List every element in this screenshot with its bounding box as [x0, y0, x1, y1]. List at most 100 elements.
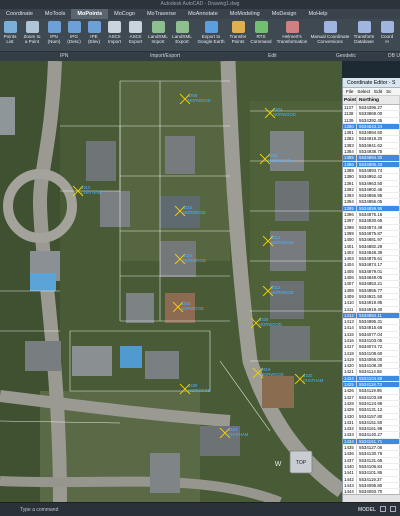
panel-title-ipn: IPN [60, 53, 69, 59]
northing-cell: 5534130.76 [357, 451, 400, 457]
tab-mohelp[interactable]: MoHelp [303, 9, 334, 19]
northing-cell: 5534915.68 [357, 325, 400, 331]
app-title: Autodesk AutoCAD - Drawing1.dwg [160, 1, 240, 7]
point-label-street: NORWOOD [188, 388, 211, 393]
northing-cell: 5534963.50 [357, 180, 400, 186]
ribbon-button-label: IPN (Num) [47, 34, 61, 44]
ipg-icon [67, 21, 81, 33]
point-number-cell: 1386 [343, 161, 357, 167]
point-number-cell: 1432 [343, 426, 357, 432]
point-label-street: NORWOOD [271, 240, 294, 245]
point-number-cell: 1389 [343, 167, 357, 174]
ascii-export-icon [129, 21, 142, 33]
ipn-button[interactable]: IPN (Num) [44, 19, 64, 52]
northing-cell: 5534843.24 [357, 123, 400, 130]
google-earth-button[interactable]: Export to Google Earth [194, 19, 228, 52]
zoom-point-button[interactable]: Zoom to a Point [20, 19, 44, 52]
ribbon-button-label: Coord H [380, 34, 394, 44]
northing-cell: 5534930.65 [357, 218, 400, 224]
northing-cell: 5534077.04 [357, 331, 400, 337]
point-number-cell: 1415 [343, 331, 357, 337]
northing-cell: 5534875.16 [357, 212, 400, 218]
editor-menu-sc[interactable]: Sc [386, 88, 391, 95]
point-number-cell: 1420 [343, 363, 357, 369]
coord-h-button[interactable]: Coord H [378, 19, 396, 52]
point-number-cell: 1390 [343, 174, 357, 180]
northing-cell: 5533869.00 [357, 111, 400, 117]
tab-motools[interactable]: MoTools [39, 9, 71, 19]
northing-cell: 5534157.80 [357, 413, 400, 419]
ipg-button[interactable]: IPG (Desc) [64, 19, 84, 52]
point-number-cell: 1436 [343, 451, 357, 457]
northing-cell: 5534874.49 [357, 224, 400, 230]
editor-table-body[interactable]: 1137 5534396.27 1138 5533869.00 1139 5534392.… [343, 105, 400, 494]
point-number-cell: 1381 [343, 130, 357, 136]
command-line[interactable]: Type a command [20, 507, 58, 513]
editor-menu-file[interactable]: File [346, 88, 353, 95]
point-number-cell: 1430 [343, 413, 357, 419]
coord-conv-button[interactable]: Manual Coordinate Conversions [310, 19, 350, 52]
tab-modesign[interactable]: MoDesign [266, 9, 303, 19]
tab-coordinate[interactable]: Coordinate [0, 9, 39, 19]
northing-cell: 5534127.06 [357, 445, 400, 451]
tab-moannotate[interactable]: MoAnnotate [182, 9, 224, 19]
point-label-street: NORWOOD [268, 158, 291, 163]
column-header-northing[interactable]: Northing [357, 96, 400, 104]
northing-cell: 5534894.30 [357, 155, 400, 161]
ribbon-button-label: Zoom to a Point [23, 34, 41, 44]
landxml-import-button[interactable]: LandXML Import [146, 19, 170, 52]
grid-icon[interactable] [380, 506, 386, 512]
editor-menu-select[interactable]: Select [357, 88, 370, 95]
ribbon-button-label: Export to Google Earth [197, 34, 225, 44]
point-number-cell: 1391 [343, 180, 357, 186]
point-number-cell: 1418 [343, 350, 357, 356]
coordinate-editor-window: Coordinate Editor - S File Select Edit Sc P… [342, 78, 400, 502]
drawing-canvas[interactable]: 1408 NORWOOD 1404 NORWOOD 1408 NORWOOD 1410 CHA… [0, 61, 342, 502]
northing-cell: 5534874.17 [357, 262, 400, 268]
northing-cell: 5534879.01 [357, 268, 400, 275]
northing-cell: 5534108.60 [357, 350, 400, 356]
point-label-street: CHATHAM [303, 378, 324, 383]
ipe-button[interactable]: IPE (Elev) [84, 19, 104, 52]
google-earth-icon [204, 21, 218, 33]
transfer-button[interactable]: Transfer Points [228, 19, 248, 52]
transform-db-button[interactable]: Transform Database [350, 19, 378, 52]
northing-cell: 5534119.37 [357, 476, 400, 482]
landxml-export-button[interactable]: LandXML Export [170, 19, 194, 52]
northing-cell: 5534396.27 [357, 105, 400, 111]
menu-icon[interactable] [390, 506, 396, 512]
column-header-point[interactable]: Point [343, 96, 357, 104]
tab-momodeling[interactable]: MoModeling [224, 9, 266, 19]
northing-cell: 5534106.84 [357, 463, 400, 470]
list-button[interactable]: Points List [0, 19, 20, 52]
northing-cell: 5534919.40 [357, 306, 400, 312]
tab-mopoints[interactable]: MoPoints [71, 9, 109, 19]
editor-scrollbar[interactable] [343, 494, 400, 502]
tab-motraverse[interactable]: MoTraverse [141, 9, 182, 19]
editor-menu-edit[interactable]: Edit [374, 88, 382, 95]
northing-cell: 5534108.30 [357, 363, 400, 369]
tab-mocogo[interactable]: MoCogo [108, 9, 141, 19]
point-label-street: NORWOOD [183, 210, 206, 215]
rts-icon [254, 21, 268, 33]
landxml-export-icon [175, 21, 189, 33]
point-number-cell: 1440 [343, 463, 357, 470]
ascii-export-button[interactable]: ASCII Export [125, 19, 146, 52]
northing-cell: 5534881.97 [357, 237, 400, 243]
ipe-icon [87, 21, 101, 33]
ascii-import-button[interactable]: ASCII Import [104, 19, 125, 52]
northing-cell: 5534875.87 [357, 230, 400, 237]
rts-button[interactable]: RTS Command [248, 19, 274, 52]
point-number-cell: 1393 [343, 193, 357, 199]
point-number-cell: 1402 [343, 249, 357, 256]
northing-cell: 5534919.20 [357, 136, 400, 142]
point-label-street: NORWOOD [261, 372, 284, 377]
coord-conv-icon [323, 21, 337, 33]
northing-cell: 5534140.27 [357, 432, 400, 438]
point-number-cell: 1394 [343, 199, 357, 205]
helmert-button[interactable]: Helmert's Transformation [274, 19, 310, 52]
northing-cell: 5534392.45 [357, 117, 400, 123]
ribbon-panel: Points List Zoom to a Point IPN (Num) IPG (… [0, 19, 400, 52]
northing-cell: 5534856.95 [357, 193, 400, 199]
model-space-button[interactable]: MODEL [358, 507, 376, 513]
